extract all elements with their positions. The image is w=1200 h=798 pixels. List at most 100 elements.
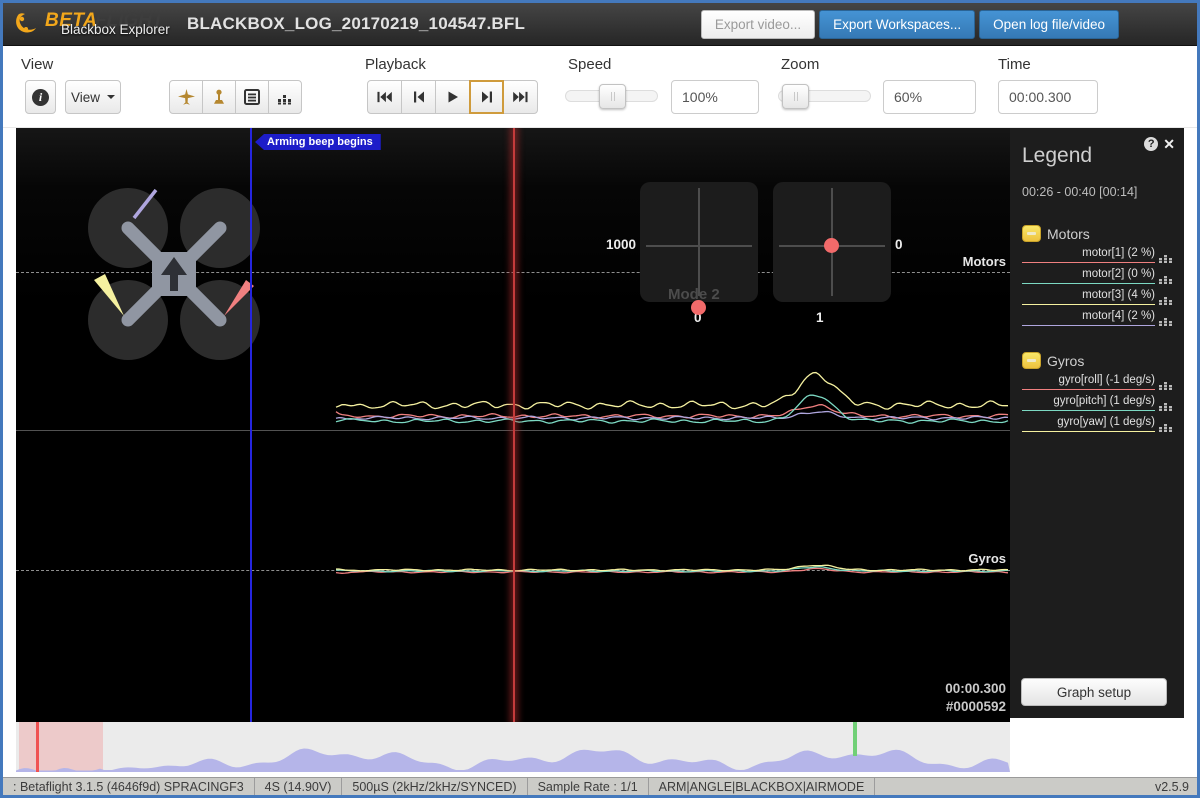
analyser-mini-icon[interactable] <box>1159 251 1172 263</box>
legend-item-motor3[interactable]: motor[3] (4 %) <box>1022 289 1172 305</box>
playback-controls <box>367 80 538 114</box>
close-icon[interactable]: ✕ <box>1163 137 1175 151</box>
play-icon <box>447 91 459 103</box>
seek-waveform <box>16 722 1010 772</box>
playback-cursor-line <box>513 128 515 722</box>
trace-line-1 <box>336 412 1008 420</box>
event-marker-line <box>250 128 252 722</box>
left-stick-box <box>640 182 758 302</box>
legend-group-gyros[interactable]: Gyros <box>1022 352 1172 369</box>
left-stick-haxis <box>646 245 752 247</box>
time-input[interactable] <box>998 80 1098 114</box>
view-section-label: View <box>21 56 53 73</box>
betaflight-logo: BETA FLIGHT Blackbox Explorer <box>3 3 181 46</box>
legend-group-motors-label: Motors <box>1047 226 1090 242</box>
craft-top-view <box>78 174 270 366</box>
next-frame-button[interactable] <box>469 80 504 114</box>
status-battery: 4S (14.90V) <box>255 778 343 795</box>
legend-group-motors[interactable]: Motors <box>1022 225 1172 242</box>
analyser-mini-icon[interactable] <box>1159 399 1172 411</box>
speed-slider[interactable] <box>565 90 658 102</box>
right-stick-bottom-value: 1 <box>816 310 824 325</box>
trace-line-2 <box>336 395 1008 423</box>
display-toggle-group <box>169 80 302 114</box>
graph-current-time: 00:00.300 <box>945 680 1006 698</box>
export-video-button[interactable]: Export video... <box>701 10 815 39</box>
graph-setup-button[interactable]: Graph setup <box>1021 678 1167 706</box>
legend-item-motor1[interactable]: motor[1] (2 %) <box>1022 247 1172 263</box>
log-info-button[interactable]: i <box>25 80 56 114</box>
seek-in-marker[interactable] <box>36 722 39 772</box>
app-window: BETA FLIGHT Blackbox Explorer BLACKBOX_L… <box>0 0 1200 798</box>
app-version: v2.5.9 <box>1155 780 1197 794</box>
toggle-analyser-button[interactable] <box>268 80 302 114</box>
skip-to-end-icon <box>513 91 528 103</box>
legend-item-gyro-yaw-label: gyro[yaw] (1 deg/s) <box>1022 416 1155 432</box>
header: BETA FLIGHT Blackbox Explorer BLACKBOX_L… <box>3 3 1197 46</box>
speed-input[interactable] <box>671 80 759 114</box>
trace-line-0 <box>336 405 1008 419</box>
status-looptime: 500µS (2kHz/2kHz/SYNCED) <box>342 778 527 795</box>
log-file-title: BLACKBOX_LOG_20170219_104547.BFL <box>187 14 525 34</box>
legend-item-motor4-label: motor[4] (2 %) <box>1022 310 1155 326</box>
prev-frame-button[interactable] <box>401 80 436 114</box>
legend-panel: ? ✕ Legend 00:26 - 00:40 [00:14] Motors … <box>1010 128 1184 718</box>
play-pause-button[interactable] <box>435 80 470 114</box>
skip-to-start-icon <box>377 91 392 103</box>
craft-plane-icon <box>178 89 195 106</box>
jump-end-button[interactable] <box>503 80 538 114</box>
view-dropdown-label: View <box>71 90 100 105</box>
analyser-mini-icon[interactable] <box>1159 420 1172 432</box>
legend-item-gyro-yaw[interactable]: gyro[yaw] (1 deg/s) <box>1022 416 1172 432</box>
legend-panel-controls: ? ✕ <box>1144 137 1175 151</box>
logo-subtitle: Blackbox Explorer <box>61 22 170 37</box>
help-icon[interactable]: ? <box>1144 137 1158 151</box>
left-stick-value: 1000 <box>606 237 636 252</box>
chevron-down-icon <box>107 95 115 99</box>
left-stick-dot <box>691 300 706 315</box>
legend-item-motor1-label: motor[1] (2 %) <box>1022 247 1155 263</box>
export-workspaces-button[interactable]: Export Workspaces... <box>819 10 975 39</box>
status-flight-modes: ARM|ANGLE|BLACKBOX|AIRMODE <box>649 778 876 795</box>
values-table-icon <box>244 89 260 105</box>
analyser-mini-icon[interactable] <box>1159 314 1172 326</box>
event-marker-label: Arming beep begins <box>255 134 381 150</box>
collapse-group-icon[interactable] <box>1022 225 1041 242</box>
open-log-button[interactable]: Open log file/video <box>979 10 1119 39</box>
time-section-label: Time <box>998 56 1031 73</box>
view-dropdown-button[interactable]: View <box>65 80 121 114</box>
toggle-craft-button[interactable] <box>169 80 203 114</box>
zoom-section-label: Zoom <box>781 56 819 73</box>
zoom-input[interactable] <box>883 80 976 114</box>
toggle-table-button[interactable] <box>235 80 269 114</box>
seek-event-marker[interactable] <box>853 722 857 756</box>
speed-slider-handle[interactable] <box>599 84 626 109</box>
playback-section-label: Playback <box>365 56 426 73</box>
jump-start-button[interactable] <box>367 80 402 114</box>
left-stick-vaxis <box>698 188 700 296</box>
seek-bar[interactable] <box>16 722 1010 772</box>
analyser-mini-icon[interactable] <box>1159 293 1172 305</box>
analyser-bars-icon <box>277 89 293 105</box>
zoom-slider-handle[interactable] <box>782 84 809 109</box>
legend-item-gyro-roll[interactable]: gyro[roll] (-1 deg/s) <box>1022 374 1172 390</box>
legend-item-motor4[interactable]: motor[4] (2 %) <box>1022 310 1172 326</box>
analyser-mini-icon[interactable] <box>1159 378 1172 390</box>
sticks-joystick-icon <box>211 89 227 105</box>
gyros-graph-label: Gyros <box>968 551 1006 566</box>
legend-item-motor2[interactable]: motor[2] (0 %) <box>1022 268 1172 284</box>
legend-item-gyro-pitch[interactable]: gyro[pitch] (1 deg/s) <box>1022 395 1172 411</box>
legend-item-motor3-label: motor[3] (4 %) <box>1022 289 1155 305</box>
legend-item-gyro-roll-label: gyro[roll] (-1 deg/s) <box>1022 374 1155 390</box>
right-stick-value: 0 <box>895 237 903 252</box>
analyser-mini-icon[interactable] <box>1159 272 1172 284</box>
toggle-sticks-button[interactable] <box>202 80 236 114</box>
motors-graph-label: Motors <box>963 254 1006 269</box>
trace-line-3 <box>336 373 1008 410</box>
info-icon: i <box>32 89 49 106</box>
main-area: Arming beep begins 1000 0 0 1 Mode 2 Mot… <box>3 128 1197 722</box>
graph-canvas[interactable]: Arming beep begins 1000 0 0 1 Mode 2 Mot… <box>16 128 1010 722</box>
collapse-group-icon[interactable] <box>1022 352 1041 369</box>
zoom-slider[interactable] <box>778 90 871 102</box>
status-bar: : Betaflight 3.1.5 (4646f9d) SPRACINGF3 … <box>3 777 1197 795</box>
